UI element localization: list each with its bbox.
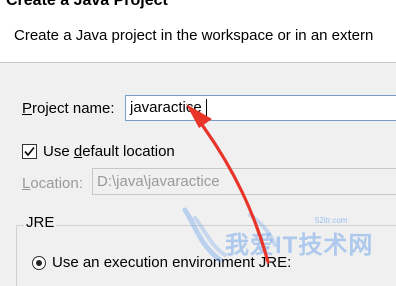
jre-group-label: JRE — [24, 214, 57, 231]
use-default-location-label[interactable]: Use default location — [43, 143, 175, 160]
watermark-url: 52itr.com — [315, 216, 348, 225]
project-name-label: Project name: — [22, 100, 115, 117]
location-label: Location: — [22, 175, 83, 192]
execution-environment-label[interactable]: Use an execution environment JRE: — [52, 254, 291, 271]
location-input: D:\java\javaractice — [92, 168, 396, 195]
use-default-location-checkbox[interactable] — [22, 144, 37, 159]
wizard-description: Create a Java project in the workspace o… — [14, 27, 374, 44]
text-caret — [206, 99, 207, 117]
wizard-title: Create a Java Project — [6, 0, 168, 9]
header-divider — [0, 62, 396, 63]
wizard-header: Create a Java Project Create a Java proj… — [0, 0, 396, 62]
project-name-input[interactable]: javaractice — [125, 95, 396, 121]
checkmark-icon — [24, 146, 35, 157]
execution-environment-radio[interactable] — [32, 256, 46, 270]
